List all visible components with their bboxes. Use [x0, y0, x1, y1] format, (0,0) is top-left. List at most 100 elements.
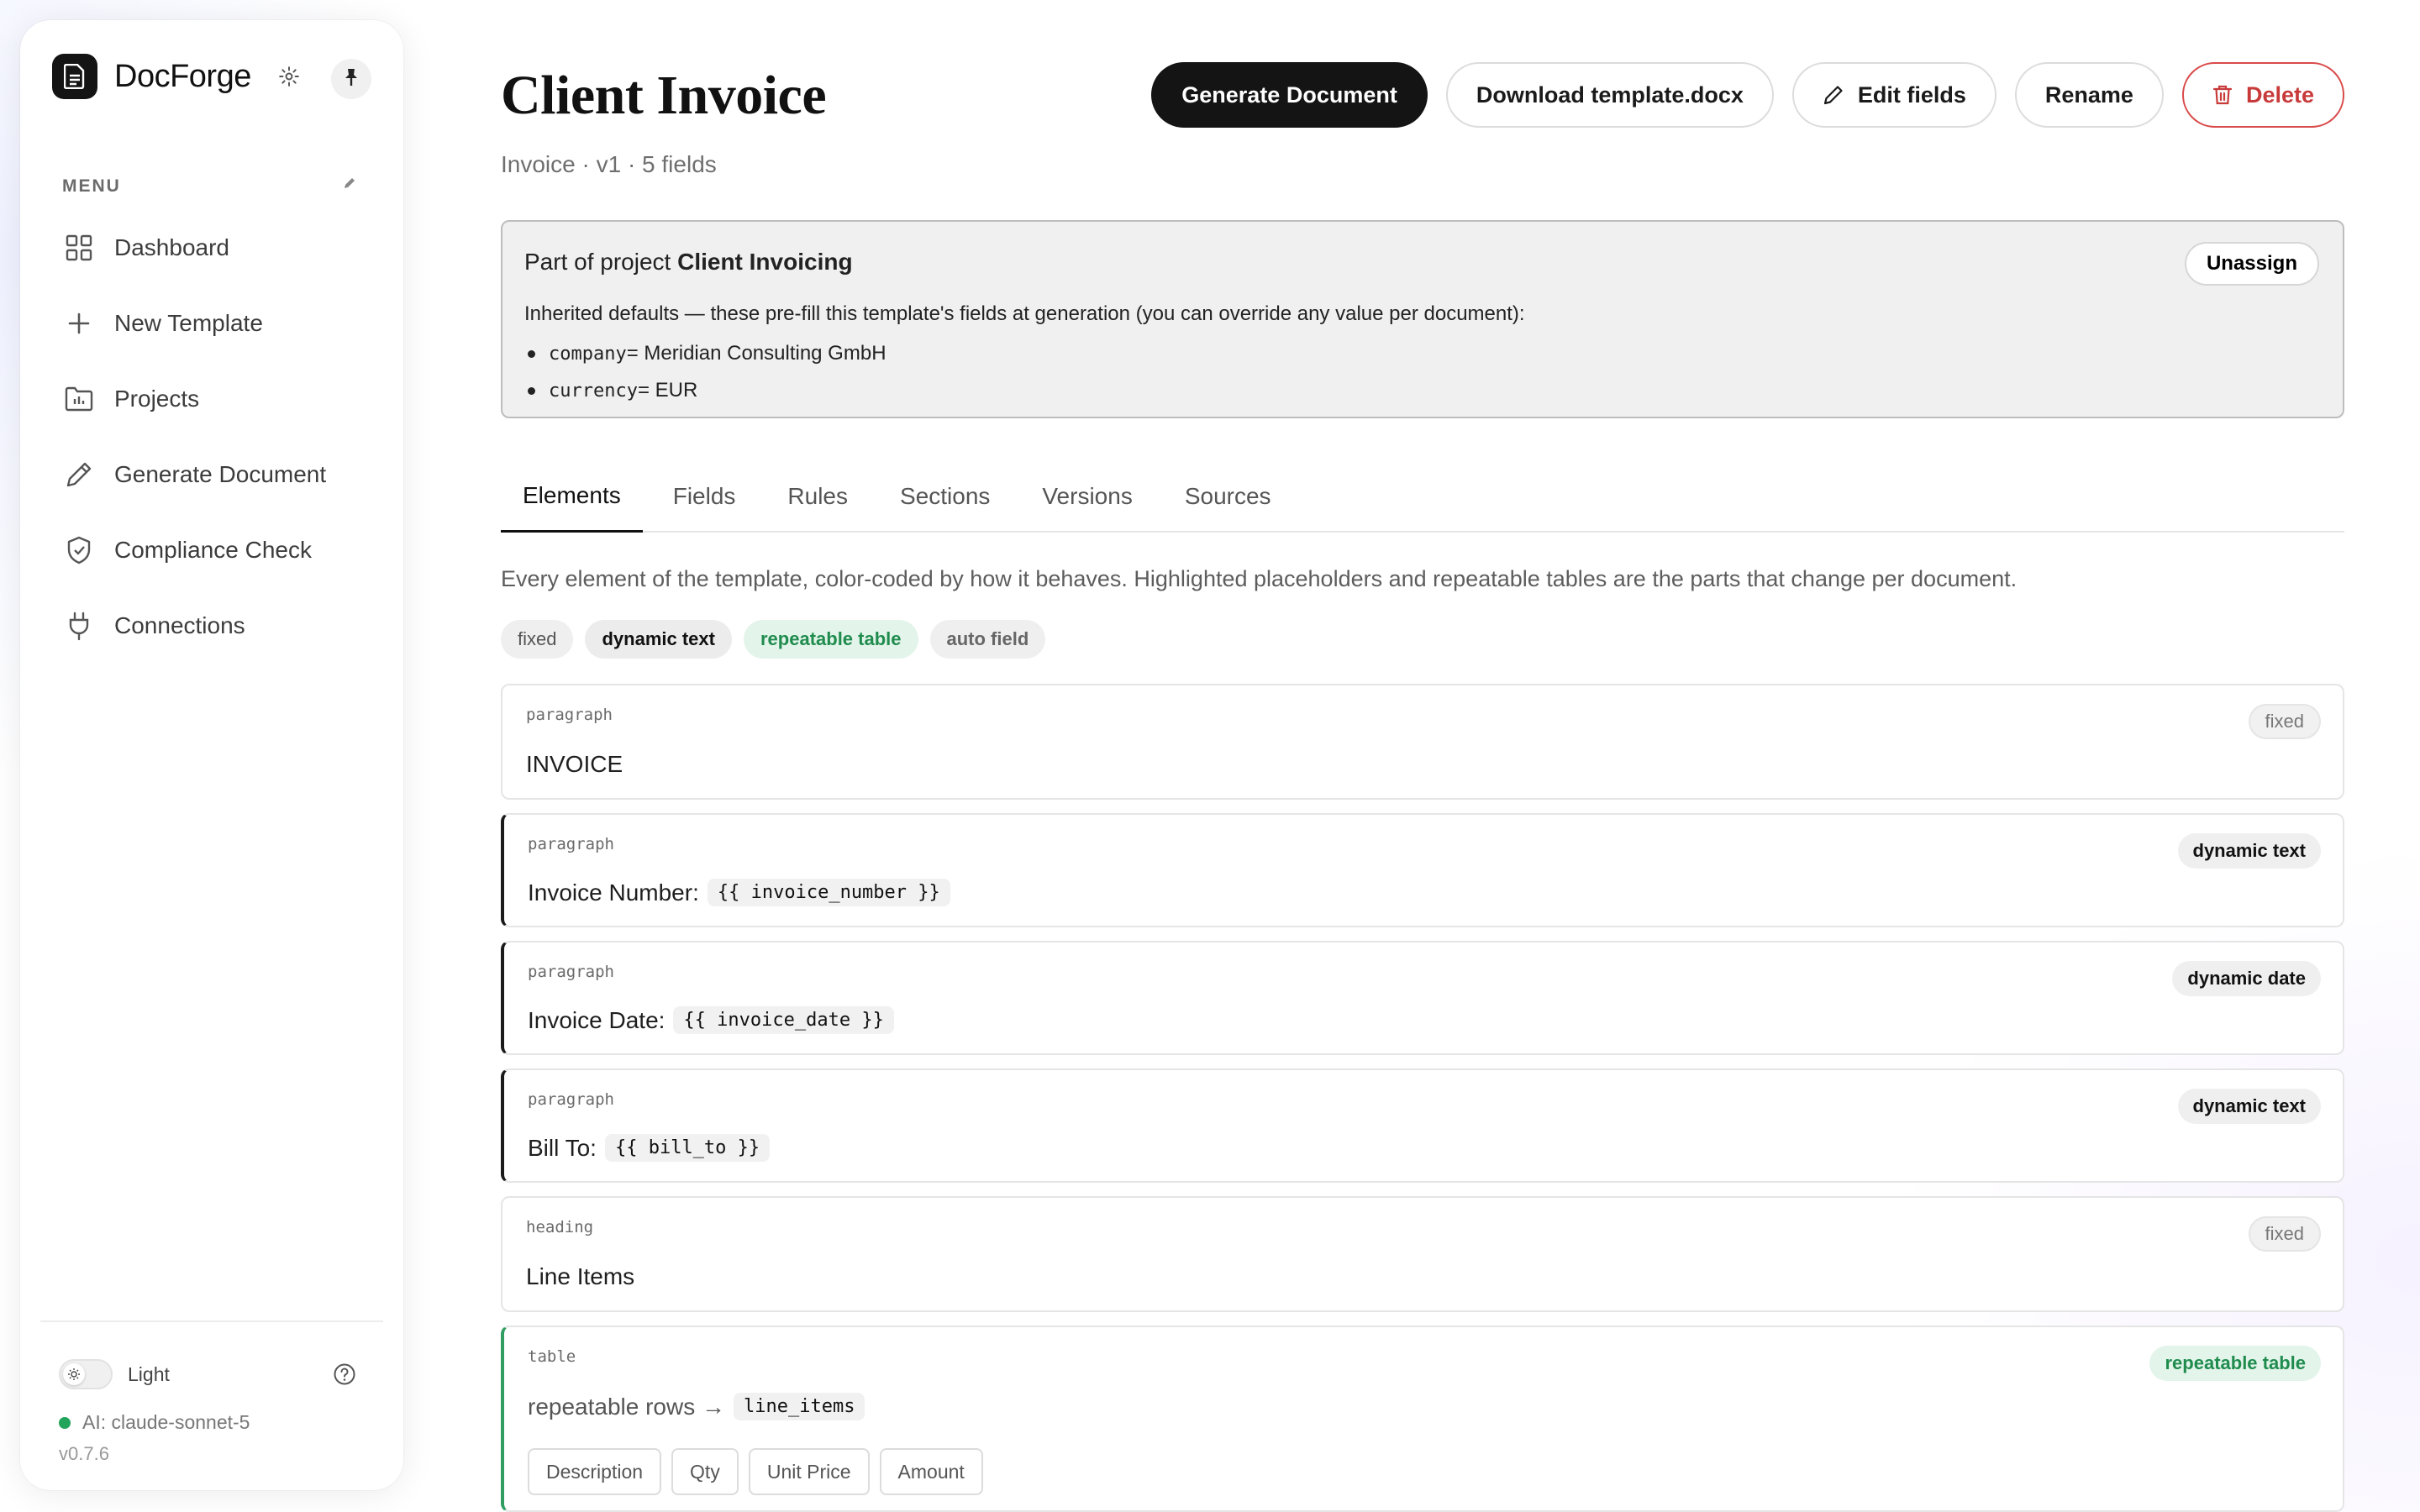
element-type: paragraph [528, 835, 614, 853]
element-card[interactable]: paragraph dynamic date Invoice Date: {{ … [501, 941, 2344, 1055]
theme-toggle[interactable] [59, 1359, 113, 1389]
list-item: company = Meridian Consulting GmbH [524, 339, 886, 368]
elements-description: Every element of the template, color-cod… [501, 566, 2018, 591]
tab-bar: Elements Fields Rules Sections Versions … [501, 467, 2344, 533]
sidebar: DocForge MENU Dashboard New Template Pro… [20, 20, 403, 1490]
placeholder-token[interactable]: line_items [734, 1393, 865, 1420]
element-text: Invoice Date: {{ invoice_date }} [528, 1006, 894, 1034]
tab-sources[interactable]: Sources [1163, 467, 1293, 533]
element-card[interactable]: paragraph dynamic text Bill To: {{ bill_… [501, 1068, 2344, 1183]
theme-label: Light [128, 1362, 170, 1385]
behavior-badge: fixed [2248, 1216, 2321, 1252]
behavior-badge: fixed [2248, 704, 2321, 739]
sidebar-item-label: Generate Document [114, 461, 327, 487]
table-column: Qty [671, 1448, 739, 1495]
sidebar-item-projects[interactable]: Projects [42, 361, 381, 437]
delete-button[interactable]: Delete [2181, 62, 2344, 128]
table-column: Unit Price [748, 1448, 870, 1495]
behavior-badge: dynamic text [2177, 1089, 2321, 1124]
pencil-icon[interactable] [343, 176, 356, 194]
project-prefix: Part of project [524, 249, 678, 275]
tab-rules[interactable]: Rules [765, 467, 870, 533]
sun-icon [63, 1363, 85, 1385]
element-content: INVOICE [526, 751, 623, 777]
sidebar-item-new-template[interactable]: New Template [42, 286, 381, 361]
default-key: currency [549, 380, 638, 402]
pen-icon [62, 458, 96, 491]
legend-chip-auto-field: auto field [929, 620, 1046, 659]
tab-elements[interactable]: Elements [501, 467, 643, 533]
element-content: Bill To: [528, 1134, 597, 1161]
pencil-icon [1823, 84, 1844, 106]
behavior-badge: dynamic text [2177, 833, 2321, 869]
behavior-badge: repeatable table [2149, 1346, 2321, 1381]
legend-chip-dynamic-text: dynamic text [585, 620, 732, 659]
element-card[interactable]: heading fixed Line Items [501, 1196, 2344, 1312]
element-content: Invoice Number: [528, 879, 699, 906]
grid-icon [62, 231, 96, 265]
gear-icon[interactable] [276, 64, 302, 89]
download-template-button[interactable]: Download template.docx [1445, 62, 1774, 128]
trash-icon [2212, 84, 2233, 106]
page-subtitle: Invoice · v1 · 5 fields [501, 151, 717, 177]
bullet [528, 349, 535, 358]
placeholder-token[interactable]: {{ invoice_date }} [673, 1006, 894, 1034]
element-text: repeatable rows → line_items [528, 1393, 865, 1420]
status-dot [59, 1416, 71, 1429]
brand[interactable]: DocForge [52, 54, 302, 99]
placeholder-token[interactable]: {{ invoice_number }} [707, 879, 950, 906]
sidebar-item-label: New Template [114, 310, 263, 336]
pin-icon [343, 67, 360, 92]
project-name[interactable]: Client Invoicing [677, 249, 852, 275]
edit-fields-button[interactable]: Edit fields [1791, 62, 1996, 128]
sidebar-item-connections[interactable]: Connections [42, 588, 381, 664]
placeholder-token[interactable]: {{ bill_to }} [604, 1134, 771, 1162]
rename-button[interactable]: Rename [2014, 62, 2164, 128]
folder-icon [62, 382, 96, 416]
theme-toggle-row[interactable]: Light [59, 1359, 170, 1389]
sidebar-item-dashboard[interactable]: Dashboard [42, 210, 381, 286]
sidebar-nav: Dashboard New Template Projects Generate… [42, 210, 381, 664]
generate-document-button[interactable]: Generate Document [1151, 62, 1428, 128]
legend-chip-repeatable-table: repeatable table [743, 620, 918, 659]
shield-check-icon [62, 533, 96, 567]
element-content: Line Items [526, 1263, 635, 1289]
element-content: repeatable rows → [528, 1393, 726, 1420]
element-type: table [528, 1347, 576, 1366]
list-item: currency = EUR [524, 376, 886, 405]
element-card[interactable]: paragraph fixed INVOICE [501, 684, 2344, 800]
element-card[interactable]: paragraph dynamic text Invoice Number: {… [501, 813, 2344, 927]
sidebar-item-generate-document[interactable]: Generate Document [42, 437, 381, 512]
tab-fields[interactable]: Fields [651, 467, 758, 533]
sidebar-item-compliance-check[interactable]: Compliance Check [42, 512, 381, 588]
element-card[interactable]: table repeatable table repeatable rows →… [501, 1326, 2344, 1512]
sidebar-item-label: Dashboard [114, 234, 229, 260]
element-type: paragraph [528, 963, 614, 981]
bullet [528, 386, 535, 395]
tab-versions[interactable]: Versions [1020, 467, 1154, 533]
unassign-button[interactable]: Unassign [2184, 242, 2319, 286]
element-text: Invoice Number: {{ invoice_number }} [528, 879, 950, 906]
table-column: Description [528, 1448, 662, 1495]
default-value: = EUR [637, 379, 698, 402]
inherited-defaults-list: company = Meridian Consulting GmbH curre… [524, 339, 886, 413]
app-version: v0.7.6 [59, 1443, 109, 1464]
table-column: Amount [879, 1448, 983, 1495]
help-icon[interactable] [333, 1362, 356, 1390]
page-title: Client Invoice [501, 65, 827, 126]
element-content: Invoice Date: [528, 1006, 666, 1033]
behavior-legend: fixed dynamic text repeatable table auto… [501, 620, 1046, 659]
project-info-panel: Part of project Client Invoicing Unassig… [501, 220, 2344, 418]
menu-label: MENU [62, 176, 121, 196]
pin-button[interactable] [331, 59, 371, 99]
table-columns: Description Qty Unit Price Amount [528, 1448, 983, 1495]
edit-fields-label: Edit fields [1857, 81, 1966, 108]
project-assignment: Part of project Client Invoicing [524, 249, 853, 276]
element-text: INVOICE [526, 751, 623, 778]
plus-icon [62, 307, 96, 340]
ai-model-label: AI: claude-sonnet-5 [82, 1411, 250, 1433]
sidebar-divider [40, 1320, 383, 1322]
element-text: Line Items [526, 1263, 634, 1290]
tab-sections[interactable]: Sections [878, 467, 1012, 533]
ai-status: AI: claude-sonnet-5 [39, 1411, 250, 1434]
